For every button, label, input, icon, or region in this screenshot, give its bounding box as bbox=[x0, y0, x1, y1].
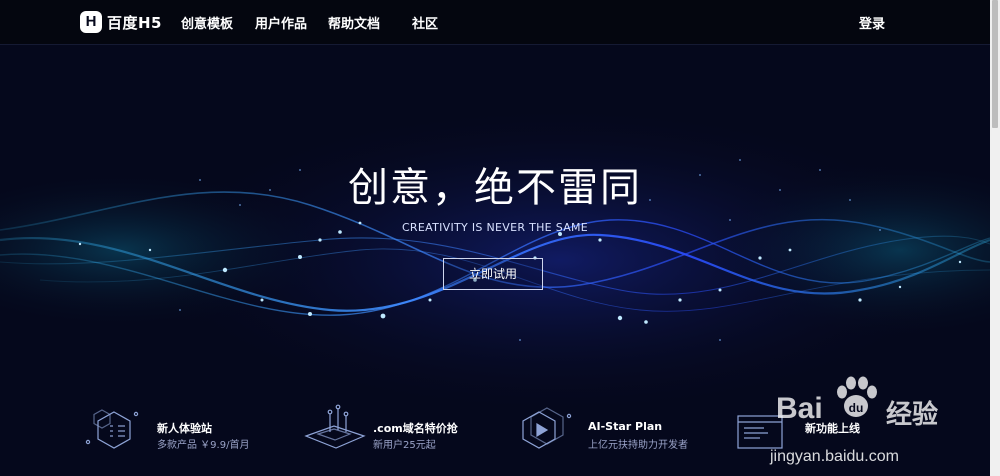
feature-title: .com域名特价抢 bbox=[373, 422, 458, 435]
feature-domain-sale[interactable]: .com域名特价抢 新用户25元起 bbox=[300, 404, 500, 454]
feature-desc: 上亿元扶持助力开发者 bbox=[588, 440, 688, 451]
isometric-board-icon bbox=[304, 404, 366, 449]
top-navigation-bar: H 百度H5 创意模板 用户作品 帮助文档 社区 登录 bbox=[0, 0, 990, 45]
baidu-h5-logo[interactable]: H 百度H5 bbox=[80, 10, 162, 34]
feature-desc: 新用户25元起 bbox=[373, 440, 436, 451]
try-now-button[interactable]: 立即试用 bbox=[443, 258, 543, 290]
feature-newcomer[interactable]: 新人体验站 多款产品 ￥9.9/首月 bbox=[84, 404, 284, 454]
svg-text:du: du bbox=[849, 401, 864, 415]
feature-title: AI-Star Plan bbox=[588, 420, 663, 433]
watermark-brand: Bai bbox=[776, 392, 823, 425]
hero-subline: CREATIVITY IS NEVER THE SAME bbox=[401, 221, 589, 234]
hexagon-list-icon bbox=[85, 409, 139, 449]
feature-ai-star-plan[interactable]: AI-Star Plan 上亿元扶持助力开发者 bbox=[515, 404, 715, 454]
nav-item-user-works[interactable]: 用户作品 bbox=[255, 13, 307, 32]
page-scrollbar[interactable] bbox=[990, 0, 1000, 476]
feature-title: 新人体验站 bbox=[157, 422, 212, 435]
feature-desc: 多款产品 ￥9.9/首月 bbox=[157, 440, 250, 451]
logo-mark-letter: H bbox=[85, 13, 97, 30]
logo-h-icon: H bbox=[80, 11, 102, 33]
scrollbar-thumb[interactable] bbox=[992, 0, 998, 128]
hexagon-play-icon bbox=[522, 407, 572, 449]
login-link[interactable]: 登录 bbox=[859, 13, 885, 32]
logo-text: 百度H5 bbox=[107, 13, 162, 32]
nav-item-templates[interactable]: 创意模板 bbox=[181, 13, 233, 32]
nav-item-community[interactable]: 社区 bbox=[412, 13, 438, 32]
nav-item-help-docs[interactable]: 帮助文档 bbox=[328, 13, 380, 32]
watermark-suffix: 经验 bbox=[886, 400, 939, 430]
baidu-paw-icon: du bbox=[837, 376, 877, 417]
hero-headline: 创意，绝不雷同 bbox=[348, 165, 642, 211]
watermark-url: jingyan.baidu.com bbox=[770, 448, 899, 465]
